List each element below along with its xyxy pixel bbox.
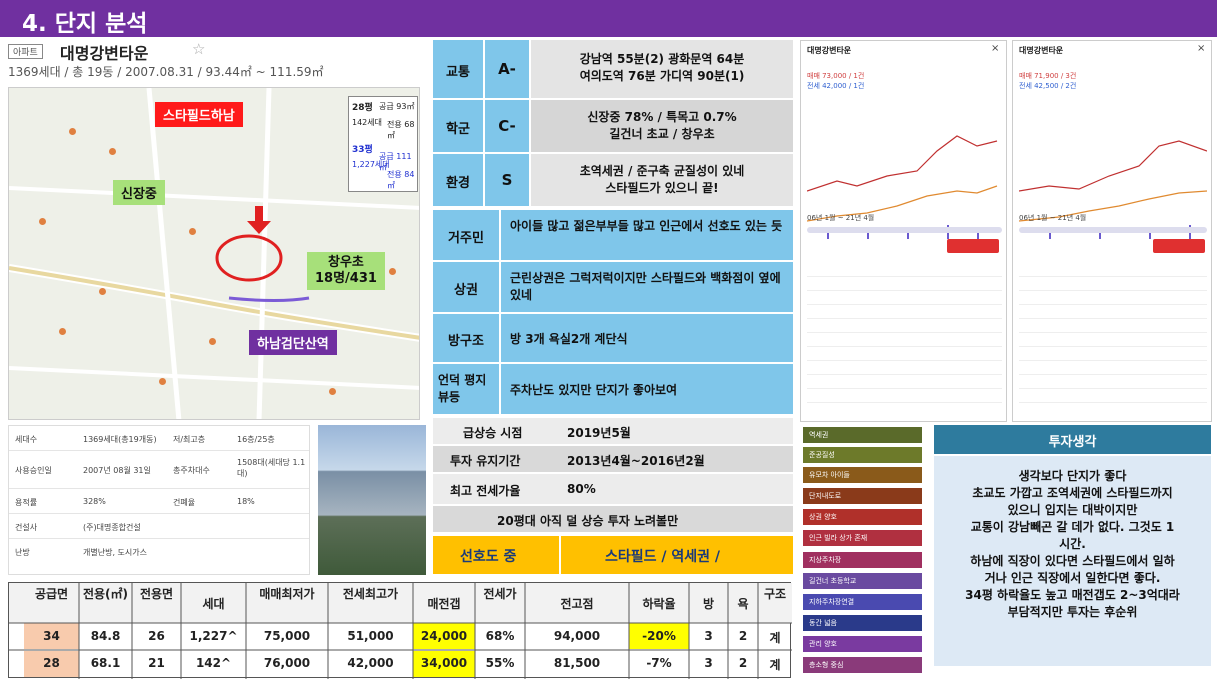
- feature-item: 인근 빌라 상가 혼재: [803, 530, 922, 546]
- invest-value: 2019년5월: [567, 426, 631, 440]
- sale-price: 매매 71,900 / 3건: [1019, 72, 1077, 80]
- grade-desc: 강남역 55분(2) 광화문역 64분 여의도역 76분 가디역 90분(1): [579, 52, 745, 83]
- map-label-elementary-school: 창우초 18명/431: [307, 252, 385, 290]
- invest-value: 2013년4월~2016년2월: [567, 454, 705, 468]
- map-label-middle-school: 신장중: [113, 180, 165, 205]
- complex-info-table: 세대수 1369세대(총19개동) 저/최고층 16층/25층 사용승인일 2007년 …: [8, 425, 310, 575]
- price-line-chart: [807, 135, 998, 239]
- price-chart-panel[interactable]: 대명강변타운 × 매매 73,000 / 1건 전세 42,000 / 1건 0…: [800, 40, 1007, 422]
- period-slider[interactable]: [807, 227, 1002, 233]
- transaction-list: [807, 263, 1002, 413]
- col-header: 전용(㎡): [82, 587, 129, 601]
- grade-desc: 방 3개 욕실2개 계단식: [510, 332, 628, 346]
- apt-summary: 1369세대 / 총 19동 / 2007.08.31 / 93.44㎡ ~ 1…: [8, 65, 324, 79]
- feature-item: 길건너 초등학교: [803, 573, 922, 589]
- thoughts-body: 생각보다 단지가 좋다 초교도 가깝고 조역세권에 스타필드까지 있으니 입지는…: [934, 456, 1211, 666]
- col-header: 전용면: [139, 587, 174, 601]
- feature-item: 단지내도로: [803, 488, 922, 504]
- close-icon: ×: [991, 43, 1000, 54]
- feature-item: 동간 넓음: [803, 615, 922, 631]
- map-legend: 28평 공급 93㎡ 142세대 전용 68㎡ 33평 공급 111㎡ 1,22…: [348, 96, 418, 192]
- info-row: 용적률 328% 건폐율 18%: [9, 489, 309, 514]
- col-header: 욕: [737, 597, 749, 611]
- filter-button[interactable]: [1153, 239, 1205, 253]
- col-header: 방: [702, 597, 715, 611]
- grade-desc: 근린상권은 그럭저럭이지만 스타필드와 백화점이 옆에 있네: [510, 271, 781, 302]
- feature-item: 관리 양호: [803, 636, 922, 652]
- info-row: 세대수 1369세대(총19개동) 저/최고층 16층/25층: [9, 426, 309, 451]
- grade-label: 방구조: [448, 334, 484, 349]
- invest-label: 최고 전세가율: [450, 484, 521, 498]
- col-header: 세대: [202, 597, 225, 611]
- apt-name: 대명강변타운: [60, 44, 149, 63]
- grade-label: 학군: [446, 122, 470, 137]
- col-header: 공급면: [34, 587, 69, 601]
- map-label-starfield: 스타필드하남: [155, 102, 243, 127]
- apt-type-tag: 아파트: [8, 44, 43, 59]
- price-chart-panel[interactable]: 대명강변타운 × 매매 71,900 / 3건 전세 42,500 / 2건 0…: [1012, 40, 1212, 422]
- info-row: 난방 개별난방, 도시가스: [15, 548, 147, 557]
- invest-note: 20평대 아직 덜 상승 투자 노려볼만: [497, 514, 679, 528]
- info-row: 건설사 (주)대명종합건설: [9, 514, 309, 539]
- preference-value: 스타필드 / 역세권 /: [605, 549, 721, 565]
- col-header: 구조: [763, 587, 787, 601]
- invest-label: 급상승 시점: [463, 426, 523, 440]
- rent-price: 전세 42,000 / 1건: [807, 82, 865, 90]
- col-header: 전고점: [560, 597, 594, 611]
- chart-period: 06년 1월 ~ 21년 4월: [1019, 214, 1087, 222]
- invest-value: 80%: [567, 482, 596, 496]
- feature-item: 지상주차장: [803, 552, 922, 568]
- thoughts-title: 투자생각: [934, 425, 1211, 454]
- col-header: 하락율: [642, 597, 676, 611]
- col-header: 매전갭: [427, 597, 461, 611]
- grade-value: C-: [498, 117, 516, 135]
- location-map[interactable]: 스타필드하남 신장중 창우초 18명/431 하남검단산역 28평 공급 93㎡…: [8, 87, 420, 420]
- favorite-star-icon[interactable]: ☆: [192, 40, 205, 58]
- grade-desc: 주차난도 있지만 단지가 좋아보여: [510, 383, 678, 397]
- grade-value: S: [501, 171, 513, 189]
- info-row: 사용승인일 2007년 08월 31일 총주차대수 1508대(세대당 1.1대): [9, 451, 309, 489]
- grade-value: A-: [498, 60, 516, 78]
- chart-title: 대명강변타운: [807, 46, 852, 55]
- invest-label: 투자 유지기간: [450, 454, 521, 468]
- feature-item: 준공질성: [803, 447, 922, 463]
- apartment-photo: [318, 425, 426, 575]
- feature-item: 유모차 아이들: [803, 467, 922, 483]
- sale-price: 매매 73,000 / 1건: [807, 72, 865, 80]
- grade-label: 환경: [446, 176, 470, 191]
- period-slider[interactable]: [1019, 227, 1207, 233]
- grade-desc: 초역세권 / 준구축 균질성이 있네 스타필드가 있으니 끝!: [579, 164, 745, 195]
- chart-title: 대명강변타운: [1019, 46, 1064, 55]
- feature-item: 역세권: [803, 427, 922, 443]
- feature-item: 지하주차장연결: [803, 594, 922, 610]
- grade-desc: 신장중 78% / 특목고 0.7% 길건너 초교 / 창우초: [587, 110, 737, 141]
- chart-period: 06년 1월 ~ 21년 4월: [807, 214, 875, 222]
- preference-label: 선호도 중: [460, 549, 517, 565]
- feature-item: 층소형 중심: [803, 657, 922, 673]
- price-line-chart: [1019, 140, 1207, 239]
- grade-desc: 아이들 많고 젊은부부들 많고 인근에서 선호도 있는 듯: [510, 219, 783, 233]
- col-header: 전세가: [483, 587, 517, 601]
- feature-item: 상권 양호: [803, 509, 922, 525]
- grade-label: 거주민: [448, 231, 484, 246]
- transaction-list: [1019, 263, 1207, 413]
- unit-price-table: 공급면 전용(㎡) 전용면 세대 매매최저가 전세최고가 매전갭 전세가 전고점…: [8, 582, 792, 679]
- slide-header: 4. 단지 분석: [0, 0, 1217, 37]
- filter-button[interactable]: [947, 239, 999, 253]
- rent-price: 전세 42,500 / 2건: [1019, 82, 1077, 90]
- grade-label: 교통: [446, 65, 470, 80]
- map-label-station: 하남검단산역: [249, 330, 337, 355]
- grade-label: 언덕 평지 뷰등: [438, 373, 487, 404]
- col-header: 매매최저가: [259, 587, 315, 601]
- col-header: 전세최고가: [342, 587, 399, 601]
- close-icon: ×: [1197, 43, 1206, 54]
- slide-title: 4. 단지 분석: [22, 11, 148, 37]
- grade-label: 상권: [454, 283, 478, 298]
